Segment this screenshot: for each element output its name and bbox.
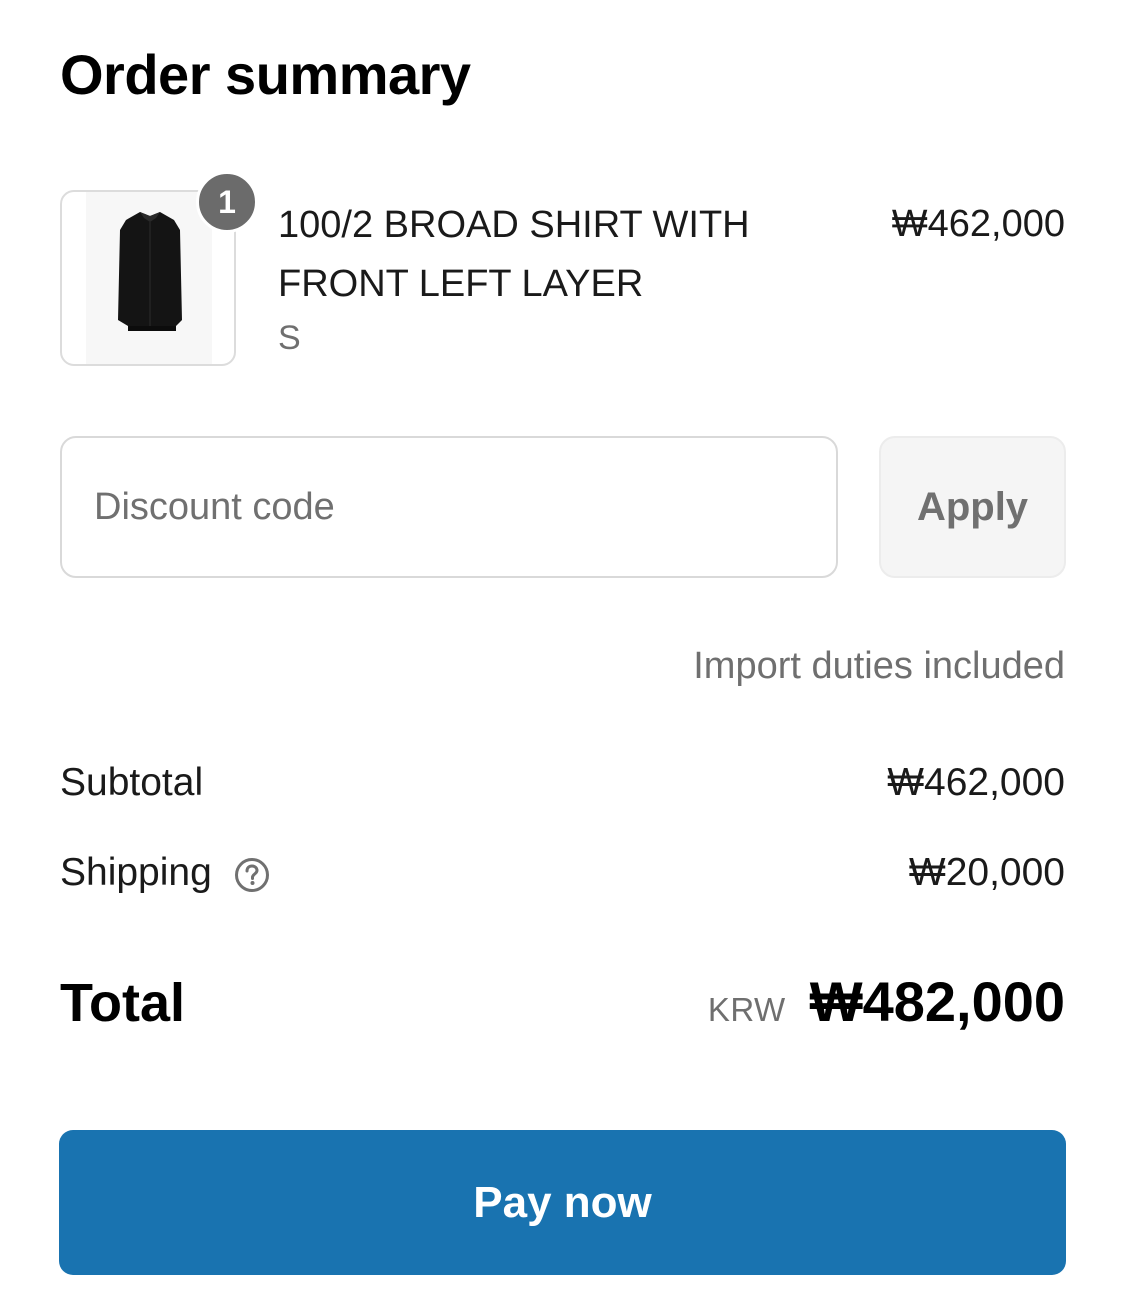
product-name: 100/2 BROAD SHIRT WITH FRONT LEFT LAYER [278,204,750,305]
quantity-badge: 1 [196,171,258,233]
total-label: Total [60,973,185,1033]
shipping-label: Shipping [60,851,212,894]
product-price: ₩462,000 [891,203,1065,245]
import-duties-note: Import duties included [693,645,1065,687]
question-circle-icon[interactable] [234,857,270,893]
black-shirt-image [118,212,182,331]
total-value: ₩482,000 [809,970,1065,1033]
product-variant: S [278,319,301,357]
subtotal-label: Subtotal [60,761,204,804]
subtotal-value: ₩462,000 [887,761,1065,804]
apply-discount-button[interactable]: Apply [879,436,1066,578]
currency-code: KRW [707,991,786,1028]
shipping-value: ₩20,000 [908,851,1065,894]
total-amount: KRW ₩482,000 [708,970,1065,1034]
discount-code-input[interactable] [60,436,838,578]
page-title: Order summary [60,43,471,106]
pay-now-button[interactable]: Pay now [59,1130,1066,1275]
